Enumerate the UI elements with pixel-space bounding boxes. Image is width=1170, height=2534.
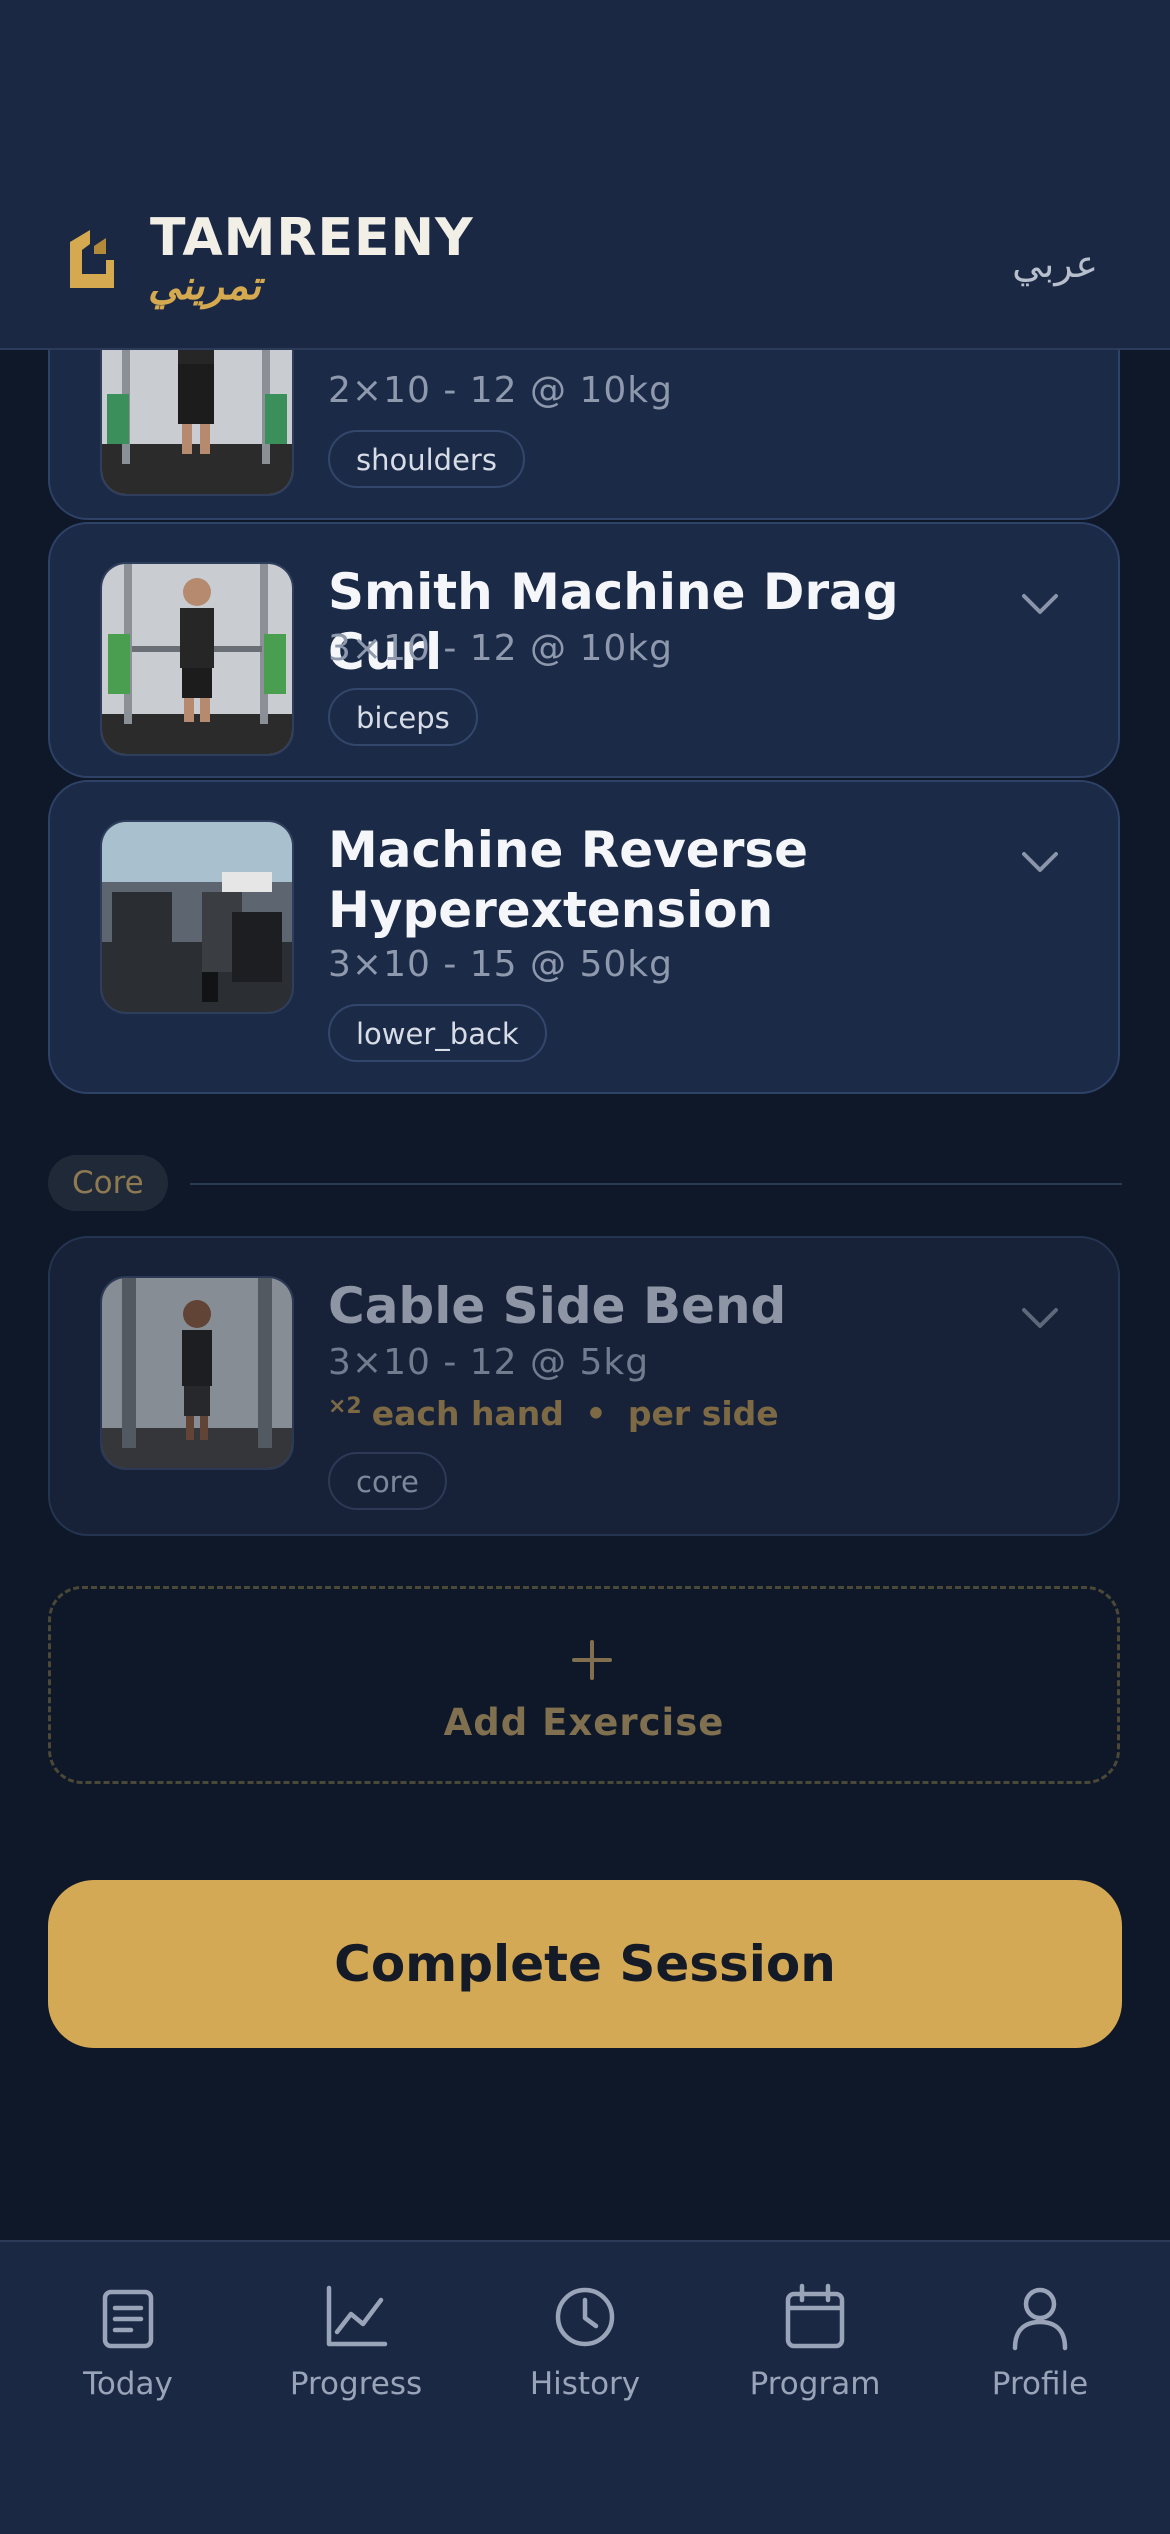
nav-profile[interactable]: Profile [930, 2282, 1150, 2402]
nav-label: Progress [289, 2366, 423, 2402]
exercise-card[interactable]: Smith Machine Drag Curl 3×10 - 12 @ 10kg… [48, 522, 1120, 778]
chevron-down-icon[interactable] [1020, 1306, 1060, 1330]
plus-icon [572, 1640, 612, 1680]
app-header: TAMREENY تمريني عربي [0, 0, 1170, 350]
section-divider [190, 1183, 1122, 1185]
language-toggle[interactable]: عربي [1012, 242, 1098, 286]
exercise-name: Machine Reverse Hyperextension [328, 821, 809, 939]
exercise-thumbnail [100, 820, 294, 1014]
exercise-thumbnail [100, 1276, 294, 1470]
brand-name-arabic: تمريني [148, 262, 261, 309]
nav-today[interactable]: Today [18, 2282, 238, 2402]
exercise-prescription: 3×10 - 12 @ 10kg [328, 628, 673, 669]
per-side-label: per side [627, 1394, 779, 1433]
muscle-tag: shoulders [328, 430, 525, 488]
chevron-down-icon[interactable] [1020, 850, 1060, 874]
muscle-tag: core [328, 1452, 447, 1510]
nav-program[interactable]: Program [705, 2282, 925, 2402]
muscle-tag: lower_back [328, 1004, 547, 1062]
logo-icon [70, 230, 114, 288]
nav-label: History [529, 2366, 641, 2402]
nav-progress[interactable]: Progress [246, 2282, 466, 2402]
multiplier-badge: ×2 [328, 1394, 362, 1419]
unilateral-note: ×2 each hand • per side [328, 1394, 779, 1433]
chart-icon [326, 2285, 388, 2347]
clock-icon [555, 2287, 615, 2347]
add-exercise-button[interactable]: Add Exercise [48, 1586, 1120, 1784]
section-label: Core [48, 1155, 168, 1211]
note-separator: • [585, 1394, 607, 1433]
nav-label: Today [83, 2366, 173, 2402]
nav-history[interactable]: History [475, 2282, 695, 2402]
clipboard-icon [102, 2289, 154, 2349]
muscle-tag: biceps [328, 688, 478, 746]
exercise-name: Cable Side Bend [328, 1277, 787, 1335]
calendar-icon [785, 2283, 845, 2349]
exercise-card[interactable]: Machine Reverse Hyperextension 3×10 - 15… [48, 780, 1120, 1094]
exercise-thumbnail [100, 562, 294, 756]
user-icon [1012, 2287, 1068, 2351]
exercise-prescription: 3×10 - 15 @ 50kg [328, 944, 673, 985]
exercise-card[interactable]: Cable Side Bend 3×10 - 12 @ 5kg ×2 each h… [48, 1236, 1120, 1536]
exercise-prescription: 2×10 - 12 @ 10kg [328, 370, 673, 411]
bottom-navigation: Today Progress History Program Profile [0, 2240, 1170, 2534]
chevron-down-icon[interactable] [1020, 592, 1060, 616]
nav-label: Profile [991, 2366, 1089, 2402]
complete-session-button[interactable]: Complete Session [48, 1880, 1122, 2048]
brand-name: TAMREENY [150, 208, 474, 268]
add-exercise-label: Add Exercise [443, 1701, 725, 1744]
exercise-prescription: 3×10 - 12 @ 5kg [328, 1342, 650, 1383]
nav-label: Program [749, 2366, 881, 2402]
each-hand-label: each hand [371, 1394, 564, 1433]
